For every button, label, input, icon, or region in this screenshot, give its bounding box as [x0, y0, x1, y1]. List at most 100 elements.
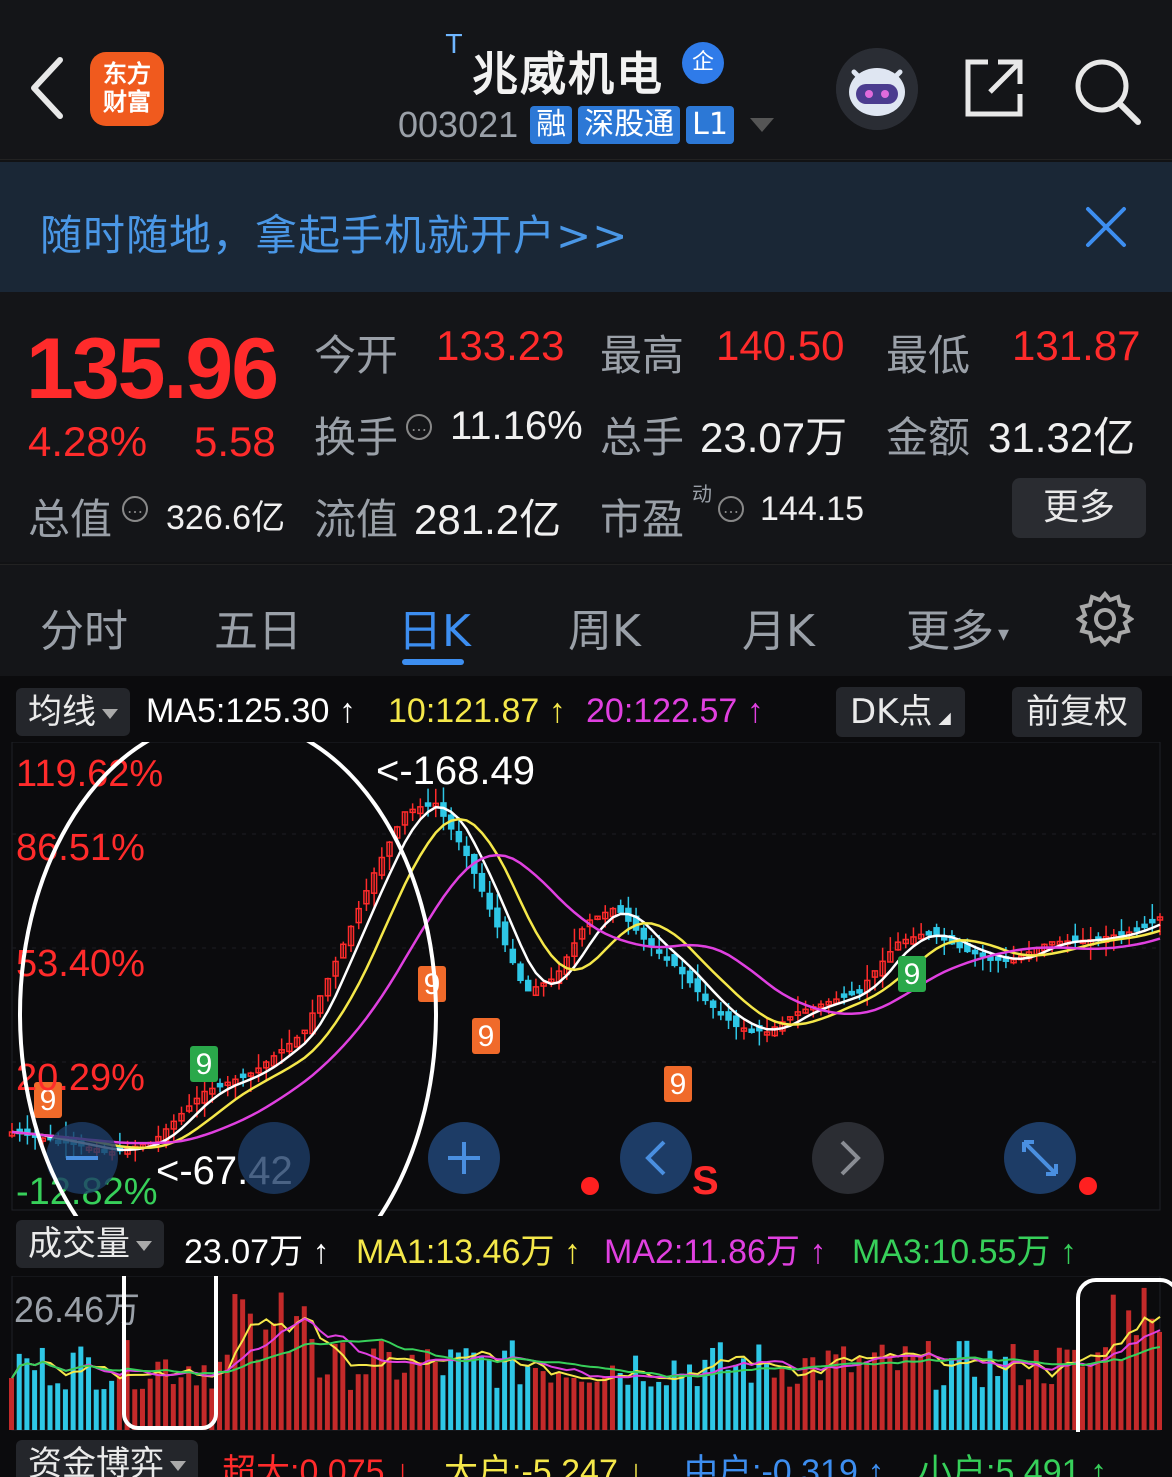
forward-adjust-button[interactable]: 前复权: [1012, 687, 1142, 737]
td-nine-label: 9: [424, 968, 441, 1001]
volume-bar: [532, 1367, 538, 1430]
kline-chart[interactable]: 999999 119.62% 86.51% 53.40% 20.29% -12.…: [0, 742, 1172, 1216]
candle-body: [840, 993, 848, 998]
volume-bar: [656, 1381, 662, 1430]
info-icon[interactable]: …: [718, 496, 744, 522]
tab-monthly-k[interactable]: 月K: [742, 595, 815, 659]
banner-text[interactable]: 随时随地，拿起手机就开户>>: [40, 202, 628, 263]
volume-bar: [895, 1370, 901, 1430]
fund-flow-indicator-row: 资金博弈 超大:0.075 ↓ 大户:-5.247 ↓ 中户:-0.319 ↑ …: [0, 1438, 1172, 1477]
pe-value: 144.15: [760, 490, 864, 528]
volume-indicator-row: 成交量 23.07万 ↑ MA1:13.46万 ↑ MA2:11.86万 ↑ M…: [0, 1218, 1172, 1274]
up-arrow: ↑: [1059, 1233, 1077, 1271]
chart-control-button[interactable]: [238, 1122, 310, 1194]
up-arrow: ↑: [1089, 1453, 1107, 1477]
stock-title-block[interactable]: T 兆威机电 企 003021 融 深股通 L1: [380, 28, 800, 148]
back-arrow-icon[interactable]: [24, 52, 72, 124]
candle-body: [686, 970, 694, 984]
scroll-left-button[interactable]: [620, 1122, 692, 1194]
chart-area: 均线 MA5:125.30 ↑ 10:121.87 ↑ 20:122.57 ↑ …: [0, 676, 1172, 1477]
info-icon[interactable]: …: [122, 496, 148, 522]
volume-bar: [47, 1385, 53, 1430]
volume-bar: [540, 1371, 546, 1430]
scroll-right-button[interactable]: [812, 1122, 884, 1194]
market-cap-value: 326.6亿: [166, 499, 286, 537]
ma-selector-label: 均线: [28, 692, 96, 732]
tab-more[interactable]: 更多 ▾: [906, 595, 1009, 659]
volume-bar: [355, 1374, 361, 1430]
tag-shenzhen-connect: 深股通: [578, 106, 681, 144]
turnover-value: 11.16%: [450, 404, 583, 448]
candle-body: [1133, 927, 1141, 932]
ma20-value: 20:122.57 ↑: [586, 692, 764, 731]
volume-bar: [386, 1351, 392, 1430]
ma10-text: 10:121.87: [388, 692, 540, 730]
volume-bar: [255, 1359, 261, 1430]
volume-bar: [348, 1389, 354, 1430]
tab-daily-k[interactable]: 日K: [398, 595, 471, 659]
gear-icon[interactable]: [1076, 590, 1134, 648]
y-label-top: 119.62%: [16, 753, 163, 795]
ma5-text: MA5:125.30: [146, 692, 330, 730]
candle-body: [709, 1000, 717, 1008]
volume-selector[interactable]: 成交量: [16, 1220, 164, 1268]
more-button[interactable]: 更多: [1012, 478, 1146, 538]
volume-bar: [779, 1365, 785, 1430]
info-icon[interactable]: …: [406, 414, 432, 440]
volume-bar: [401, 1372, 407, 1430]
tab-weekly-k[interactable]: 周K: [568, 595, 641, 659]
dk-point-button[interactable]: DK点 ◢: [836, 687, 965, 737]
volume-bar: [109, 1380, 115, 1430]
volume-bar: [193, 1385, 199, 1430]
share-icon[interactable]: [962, 56, 1026, 120]
volume-bar: [556, 1371, 562, 1430]
down-arrow: ↓: [393, 1453, 411, 1477]
volume-y-label: 26.46万: [14, 1289, 140, 1330]
app-logo-line2: 财富: [103, 88, 151, 116]
ma-selector[interactable]: 均线: [16, 688, 130, 736]
candle-body: [994, 956, 1002, 961]
candle-body: [424, 802, 432, 807]
volume-bar: [563, 1377, 569, 1430]
volume-bar: [324, 1374, 330, 1430]
volume-text: 23.07万: [184, 1233, 304, 1271]
low-label: 最低: [886, 331, 971, 380]
volume-bar: [586, 1382, 592, 1430]
candle-body: [486, 892, 493, 910]
candle-body: [501, 921, 509, 946]
robot-assistant-icon[interactable]: [836, 48, 918, 130]
change-percent: 4.28%: [28, 418, 148, 465]
candle-body: [1149, 918, 1156, 924]
volume-selector-label: 成交量: [28, 1224, 130, 1264]
volume-bar: [394, 1379, 400, 1430]
volume-bar: [448, 1349, 454, 1430]
volume-bar: [956, 1341, 962, 1430]
candle-body: [748, 1028, 755, 1033]
fund-flow-selector[interactable]: 资金博弈: [16, 1440, 198, 1477]
chevron-down-icon[interactable]: [749, 118, 774, 132]
open-account-banner[interactable]: 随时随地，拿起手机就开户>>: [0, 162, 1172, 292]
candle-body: [702, 993, 709, 1002]
close-icon[interactable]: [1084, 205, 1128, 249]
volume-bar: [116, 1375, 122, 1430]
volume-bar: [918, 1354, 924, 1430]
y-label-4: 20.29%: [16, 1057, 145, 1099]
volume-bar: [671, 1360, 677, 1430]
app-logo: 东方 财富: [90, 52, 164, 126]
up-arrow: ↑: [548, 692, 566, 730]
tab-five-day[interactable]: 五日: [214, 595, 302, 659]
volume-bar: [378, 1340, 384, 1430]
search-icon[interactable]: [1072, 56, 1142, 126]
candle-body: [524, 979, 532, 992]
volume-bar: [1056, 1347, 1062, 1430]
volume-chart[interactable]: 26.46万: [0, 1276, 1172, 1432]
volume-bar: [979, 1387, 985, 1430]
candle-body: [455, 830, 463, 843]
float-cap-label: 流值: [314, 495, 399, 544]
volume-bar: [902, 1346, 908, 1430]
active-tab-indicator: [402, 659, 464, 665]
volume-bar: [972, 1376, 978, 1430]
volume-bar: [178, 1377, 184, 1430]
volume-bar: [817, 1380, 823, 1430]
tab-intraday[interactable]: 分时: [40, 595, 128, 659]
